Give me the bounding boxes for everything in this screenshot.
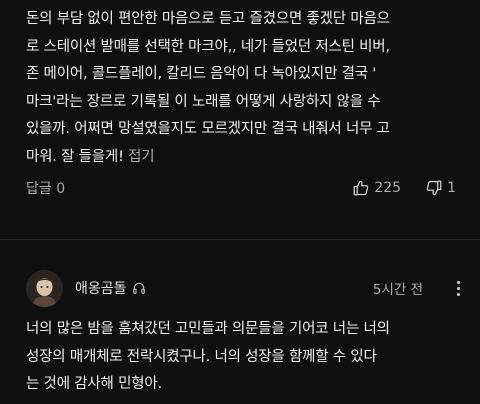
comment-line: 마크'라는 장르로 기록될 이 노래를 어떻게 사랑하지 않을 수 xyxy=(26,93,381,110)
comment-line: 존 메이어, 콜드플레이, 칼리드 음악이 다 녹아있지만 결국 ' xyxy=(26,66,377,83)
comment-author[interactable]: 애옹곰돌 xyxy=(75,278,127,298)
dislike-button[interactable]: 1 xyxy=(425,179,456,197)
comment-line: 있을까. 어쩌면 망설였을지도 모르겠지만 결국 내줘서 너무 고 xyxy=(26,121,390,138)
collapse-link[interactable]: 접기 xyxy=(128,149,154,165)
kebab-dot xyxy=(457,292,460,296)
comment-line-last: 마워. 잘 들을게! 접기 xyxy=(26,144,472,172)
comment-1-text: 돈의 부담 없이 편안한 마음으로 듣고 즐겼으면 좋겠단 마음으 로 스테이션… xyxy=(26,6,472,172)
comment-1-actions: 답글 0 225 1 xyxy=(26,176,456,200)
comment-line: 성장의 매개체로 전락시켰구나. 너의 성장을 함께할 수 있다 xyxy=(26,348,377,365)
comment-divider xyxy=(0,239,480,240)
comment-2: 너의 많은 밤을 훔쳐갔던 고민들과 의문들을 기어코 너는 너의 성장의 매개… xyxy=(26,316,472,399)
comment-1: 돈의 부담 없이 편안한 마음으로 듣고 즐겼으면 좋겠단 마음으 로 스테이션… xyxy=(26,6,472,172)
comment-line: 너의 많은 밤을 훔쳐갔던 고민들과 의문들을 기어코 너는 너의 xyxy=(26,321,390,337)
avatar[interactable] xyxy=(26,269,63,307)
comment-2-header: 애옹곰돌 5시간 전 xyxy=(26,268,466,308)
thumbs-down-icon xyxy=(425,179,443,197)
thumbs-up-icon xyxy=(352,179,370,197)
reply-button[interactable]: 답글 0 xyxy=(26,178,65,198)
comment-2-text: 너의 많은 밤을 훔쳐갔던 고민들과 의문들을 기어코 너는 너의 성장의 매개… xyxy=(26,316,472,399)
kebab-dot xyxy=(457,286,460,290)
like-button[interactable]: 225 xyxy=(352,179,401,197)
kebab-dot xyxy=(457,280,460,284)
comments-screen: 돈의 부담 없이 편안한 마음으로 듣고 즐겼으면 좋겠단 마음으 로 스테이션… xyxy=(0,0,480,404)
more-vert-icon[interactable] xyxy=(451,277,466,300)
comment-line: 돈의 부담 없이 편안한 마음으로 듣고 즐겼으면 좋겠단 마음으 xyxy=(26,11,390,27)
dislike-count: 1 xyxy=(447,180,456,196)
comment-line: 로 스테이션 발매를 선택한 마크야,, 네가 들었던 저스틴 비버, xyxy=(26,38,390,55)
comment-timestamp: 5시간 전 xyxy=(372,282,423,298)
like-count: 225 xyxy=(374,180,402,196)
headphone-icon xyxy=(132,281,146,295)
comment-line: 는 것에 감사해 민형아. xyxy=(26,376,162,393)
comment-line-text: 마워. 잘 들을게! xyxy=(26,148,124,165)
